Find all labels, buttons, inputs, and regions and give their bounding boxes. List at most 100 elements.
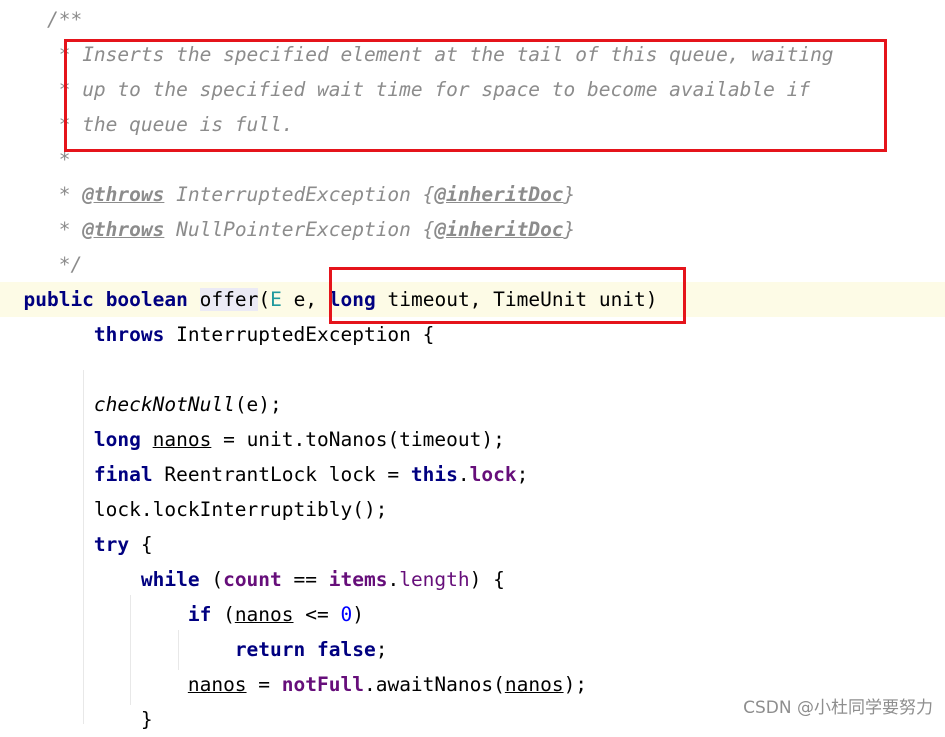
code-line[interactable]: * @throws InterruptedException {@inherit… xyxy=(0,177,945,212)
code-token: = xyxy=(246,673,282,696)
code-line[interactable]: long nanos = unit.toNanos(timeout); xyxy=(0,422,945,457)
code-token: boolean xyxy=(105,288,188,311)
code-token: nanos xyxy=(234,603,294,626)
indent-guide xyxy=(83,370,84,724)
code-token: long xyxy=(93,428,141,451)
indent-guide xyxy=(130,595,131,705)
code-editor[interactable]: /** * Inserts the specified element at t… xyxy=(0,0,945,731)
code-line[interactable]: * Inserts the specified element at the t… xyxy=(0,37,945,72)
code-token: count xyxy=(223,568,282,591)
code-token: if xyxy=(187,603,212,626)
watermark: CSDN @小杜同学要努力 xyxy=(743,698,933,718)
code-token: InterruptedException xyxy=(164,183,423,206)
code-token: 0 xyxy=(340,603,353,626)
code-token: { xyxy=(422,218,435,241)
code-token: the queue is full. xyxy=(82,113,294,136)
code-token: try xyxy=(93,533,130,556)
code-token: @throws xyxy=(82,218,165,241)
code-token: E xyxy=(270,288,282,311)
code-token: ) xyxy=(352,603,364,626)
code-token: == xyxy=(281,568,329,591)
code-line[interactable]: while (count == items.length) { xyxy=(0,562,945,597)
code-token: up to the specified wait time for space … xyxy=(82,78,811,101)
code-line[interactable]: * xyxy=(0,142,945,177)
code-token: . xyxy=(387,568,400,591)
code-token: ); xyxy=(563,673,588,696)
code-token: } xyxy=(563,183,576,206)
code-line[interactable]: try { xyxy=(0,527,945,562)
code-token: } xyxy=(0,708,153,731)
code-token: timeout, TimeUnit unit) xyxy=(375,288,658,311)
code-token: this xyxy=(410,463,458,486)
code-token: length xyxy=(399,568,470,591)
code-token: ( xyxy=(211,603,235,626)
code-line[interactable]: */ xyxy=(0,247,945,282)
code-line[interactable]: lock.lockInterruptibly(); xyxy=(0,492,945,527)
code-token: while xyxy=(140,568,200,591)
code-token: * xyxy=(0,43,83,66)
code-token: @throws xyxy=(82,183,165,206)
code-token: * xyxy=(0,113,83,136)
code-token: . xyxy=(457,463,470,486)
code-line[interactable]: return false; xyxy=(0,632,945,667)
code-line[interactable]: if (nanos <= 0) xyxy=(0,597,945,632)
code-token: offer xyxy=(199,288,259,311)
code-token: @inheritDoc xyxy=(434,218,564,241)
code-line[interactable]: checkNotNull(e); xyxy=(0,387,945,422)
code-line[interactable]: * @throws NullPointerException {@inherit… xyxy=(0,212,945,247)
code-token: * xyxy=(0,218,83,241)
code-token: return xyxy=(234,638,306,661)
code-token: items xyxy=(328,568,388,591)
code-line[interactable] xyxy=(0,352,945,387)
code-token: { xyxy=(422,183,435,206)
code-token: public xyxy=(23,288,94,311)
code-token: ( xyxy=(258,288,271,311)
code-line[interactable]: * up to the specified wait time for spac… xyxy=(0,72,945,107)
code-token: nanos xyxy=(504,673,564,696)
code-token: InterruptedException { xyxy=(164,323,435,346)
code-token: nanos xyxy=(152,428,212,451)
code-token: <= xyxy=(293,603,341,626)
code-token: { xyxy=(129,533,153,556)
code-token: notFull xyxy=(281,673,364,696)
code-line[interactable]: /** xyxy=(0,2,945,37)
indent-guide xyxy=(178,630,179,670)
code-token: ; xyxy=(516,463,529,486)
code-token: throws xyxy=(93,323,165,346)
code-token: * xyxy=(0,148,71,171)
code-token: checkNotNull xyxy=(93,393,235,416)
code-token: NullPointerException xyxy=(164,218,423,241)
code-line[interactable]: final ReentrantLock lock = this.lock; xyxy=(0,457,945,492)
code-token: = unit.toNanos(timeout); xyxy=(211,428,505,451)
code-token: */ xyxy=(0,253,83,276)
code-token: false xyxy=(317,638,376,661)
code-token: * xyxy=(0,183,83,206)
code-token: lock.lockInterruptibly(); xyxy=(0,498,388,521)
code-token: } xyxy=(563,218,576,241)
code-token: ReentrantLock lock = xyxy=(152,463,411,486)
code-line[interactable]: public boolean offer(E e, long timeout, … xyxy=(0,282,945,317)
code-token: /** xyxy=(0,8,83,31)
code-token: lock xyxy=(469,463,517,486)
code-token: nanos xyxy=(187,673,247,696)
code-token: .awaitNanos( xyxy=(363,673,505,696)
code-line[interactable]: * the queue is full. xyxy=(0,107,945,142)
code-token: ; xyxy=(375,638,388,661)
code-token: ) { xyxy=(469,568,505,591)
code-line[interactable]: throws InterruptedException { xyxy=(0,317,945,352)
code-token: @inheritDoc xyxy=(434,183,564,206)
